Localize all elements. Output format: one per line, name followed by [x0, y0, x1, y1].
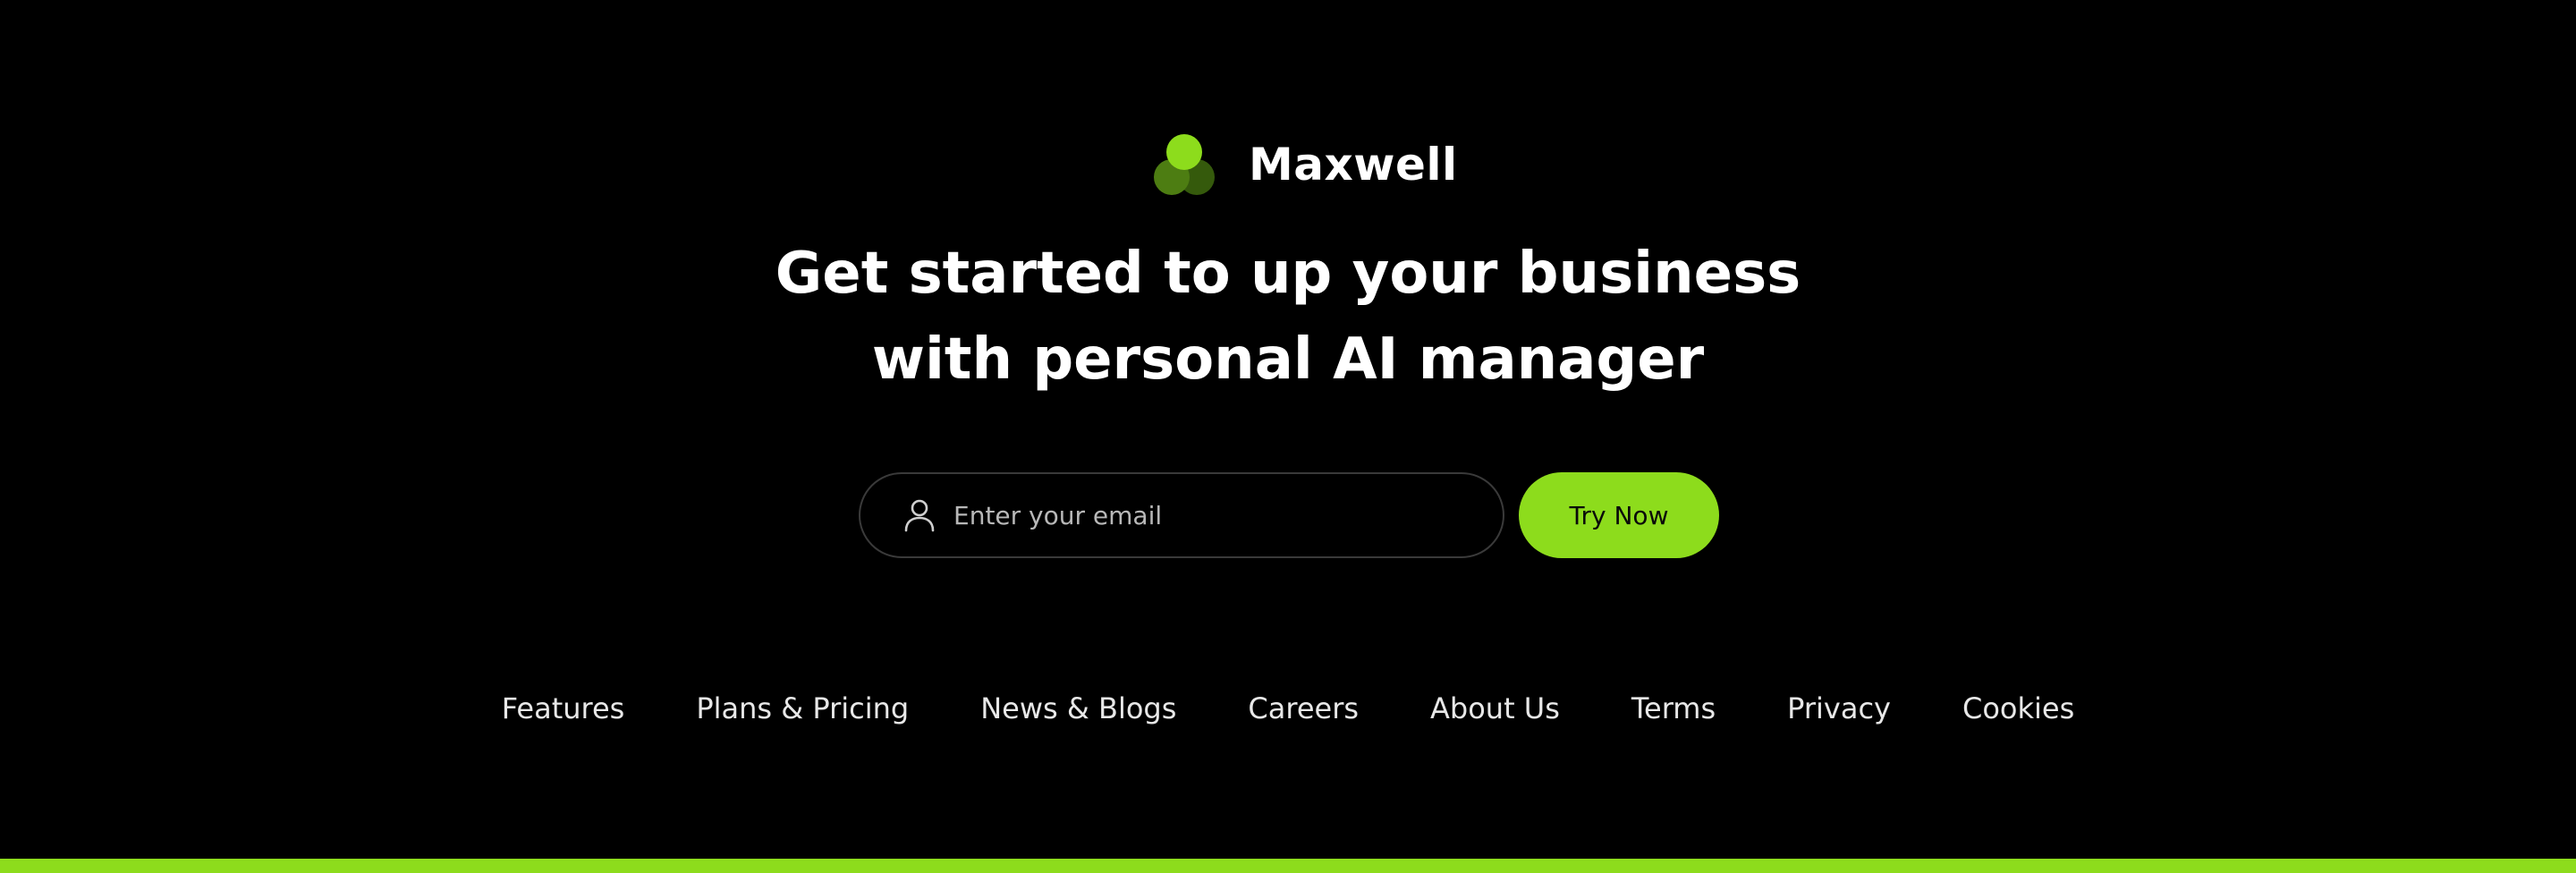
- footer-link-terms[interactable]: Terms: [1631, 691, 1716, 725]
- footer-link-about-us[interactable]: About Us: [1430, 691, 1560, 725]
- brand-name: Maxwell: [1249, 139, 1458, 191]
- logo-dot-top: [1166, 134, 1202, 170]
- footer-link-cookies[interactable]: Cookies: [1962, 691, 2074, 725]
- footer-nav: Features Plans & Pricing News & Blogs Ca…: [0, 683, 2576, 733]
- footer-link-careers[interactable]: Careers: [1248, 691, 1359, 725]
- user-icon: [902, 497, 937, 533]
- try-now-button[interactable]: Try Now: [1519, 472, 1719, 558]
- email-field[interactable]: [859, 472, 1504, 558]
- signup-form: Try Now: [859, 472, 1719, 558]
- brand[interactable]: Maxwell: [1152, 131, 1458, 199]
- hero-headline: Get started to up your business with per…: [0, 231, 2576, 403]
- footer-link-news-blogs[interactable]: News & Blogs: [980, 691, 1176, 725]
- footer-link-plans-pricing[interactable]: Plans & Pricing: [696, 691, 909, 725]
- hero-headline-line-2: with personal AI manager: [871, 326, 1705, 393]
- bottom-accent-bar: [0, 859, 2576, 873]
- footer-link-privacy[interactable]: Privacy: [1787, 691, 1891, 725]
- hero-headline-line-1: Get started to up your business: [775, 241, 1801, 307]
- three-circles-logo-icon: [1152, 132, 1216, 197]
- footer-link-features[interactable]: Features: [502, 691, 625, 725]
- email-input[interactable]: [952, 487, 1456, 543]
